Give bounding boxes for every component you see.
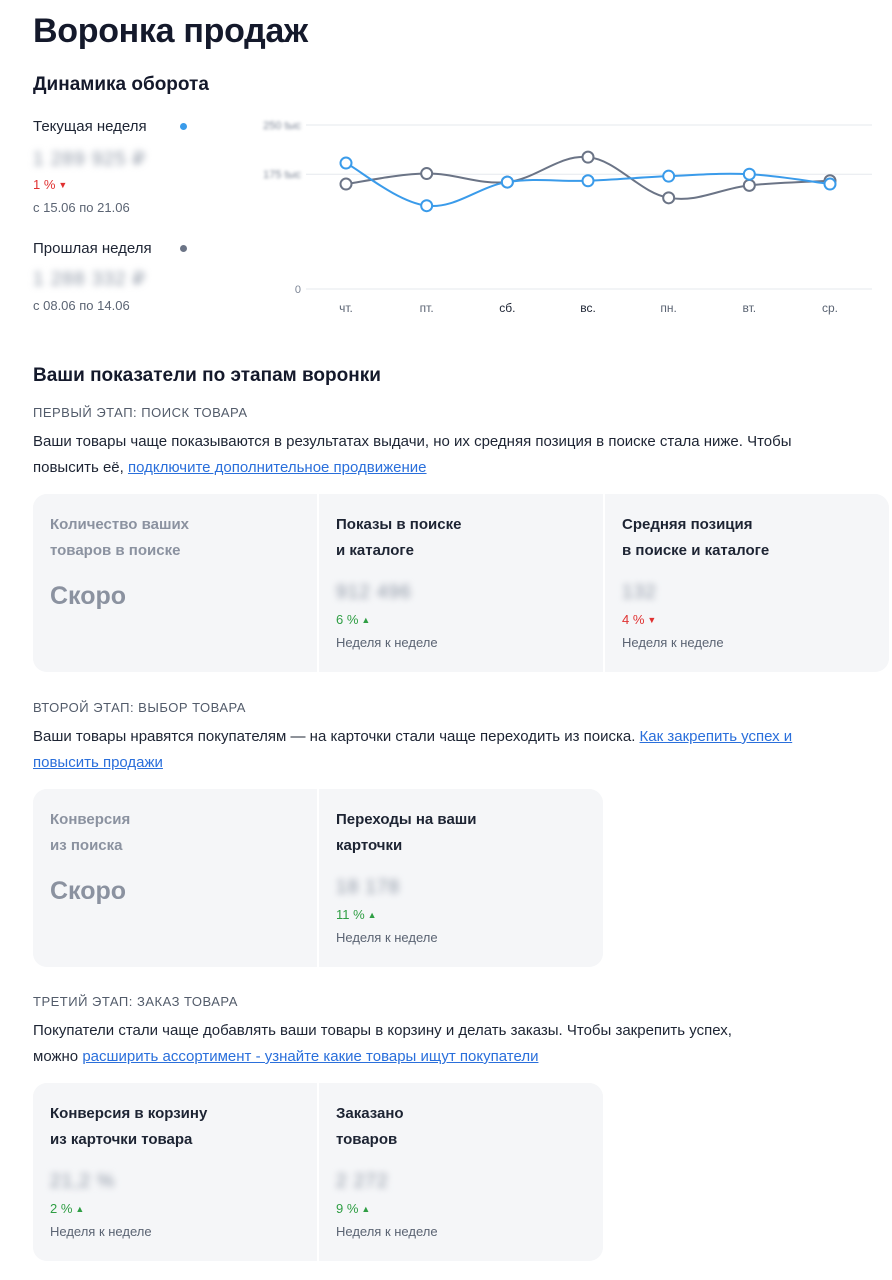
stage2-text-line2: повысить продажи [33, 750, 163, 776]
card-average-position: Средняя позиция в поиске и каталоге 132 … [603, 494, 889, 672]
card-title: Средняя позиция в поиске и каталоге [622, 512, 769, 564]
previous-week-point [581, 150, 595, 164]
previous-week-point [662, 191, 676, 205]
card-note: Неделя к неделе [622, 635, 724, 650]
coming-soon-label: Скоро [50, 582, 127, 610]
card-delta-value: 2 % [50, 1201, 73, 1216]
card-title-line: Средняя позиция [622, 516, 753, 533]
stage1-text-line1: Ваши товары чаще показываются в результа… [33, 433, 792, 450]
card-value: 18 178 [336, 877, 401, 898]
stage2-text-line1: Ваши товары нравятся покупателям — на ка… [33, 724, 892, 750]
card-title-line: из карточки товара [50, 1131, 193, 1148]
card-delta: 9 % ▲ [336, 1201, 370, 1216]
stage1-text-line2: повысить её, подключите дополнительное п… [33, 455, 427, 481]
x-tick-label: вт. [743, 301, 757, 315]
card-delta-value: 4 % [622, 612, 645, 627]
card-note: Неделя к неделе [336, 930, 438, 945]
card-title-line: Конверсия [50, 811, 131, 828]
card-card-visits: Переходы на ваши карточки 18 178 11 % ▲ Н… [317, 789, 603, 967]
card-title-line: товаров в поиске [50, 542, 181, 559]
stage1-cards: Количество ваших товаров в поиске Скоро … [33, 494, 889, 672]
previous-week-point [742, 178, 756, 192]
card-title-line: Конверсия в корзину [50, 1105, 208, 1122]
card-title: Конверсия в корзину из карточки товара [50, 1101, 207, 1153]
card-delta-value: 9 % [336, 1201, 359, 1216]
increase-sales-link[interactable]: повысить продажи [33, 754, 163, 771]
card-title: Показы в поиске и каталоге [336, 512, 461, 564]
x-tick-label: вс. [580, 301, 596, 315]
card-search-impressions: Показы в поиске и каталоге 912 496 6 % ▲ … [317, 494, 603, 672]
x-tick-label: чт. [339, 301, 353, 315]
current-week-point [500, 175, 514, 189]
y-tick-label: 250 tыс [263, 120, 301, 132]
card-title-line: Заказано [336, 1105, 404, 1122]
card-note: Неделя к неделе [50, 1224, 152, 1239]
card-title-line: карточки [336, 837, 403, 854]
current-week-point [339, 156, 353, 170]
stage3-text-line1: Покупатели стали чаще добавлять ваши тов… [33, 1022, 732, 1039]
arrow-down-icon: ▼ [647, 615, 657, 625]
arrow-up-icon: ▲ [367, 910, 377, 920]
card-note: Неделя к неделе [336, 1224, 438, 1239]
coming-soon-label: Скоро [50, 877, 127, 905]
current-week-point [420, 199, 434, 213]
funnel-title: Ваши показатели по этапам воронки [33, 365, 381, 386]
card-title: Конверсия из поиска [50, 807, 130, 859]
stage1-label: ПЕРВЫЙ ЭТАП: ПОИСК ТОВАРА [33, 405, 248, 420]
stage2-cards: Конверсия из поиска Скоро Переходы на ва… [33, 789, 603, 967]
card-value: 2 272 [336, 1171, 389, 1192]
card-title-line: Количество ваших [50, 516, 190, 533]
card-delta: 4 % ▼ [622, 612, 656, 627]
stage3-text-line2: можно расширить ассортимент - узнайте ка… [33, 1044, 538, 1070]
how-to-keep-success-link[interactable]: Как закрепить успех и [640, 728, 793, 745]
card-delta-value: 11 % [336, 907, 365, 922]
card-title-line: в поиске и каталоге [622, 542, 770, 559]
stage2-label: ВТОРОЙ ЭТАП: ВЫБОР ТОВАРА [33, 700, 246, 715]
card-value: 132 [622, 582, 657, 603]
stage2-text: Ваши товары нравятся покупателям — на ка… [33, 728, 640, 745]
x-tick-label: пн. [660, 301, 676, 315]
stage3-label: ТРЕТИЙ ЭТАП: ЗАКАЗ ТОВАРА [33, 994, 238, 1009]
expand-assortment-link[interactable]: расширить ассортимент - узнайте какие то… [82, 1048, 538, 1065]
card-cart-conversion: Конверсия в корзину из карточки товара 2… [33, 1083, 317, 1261]
card-title-line: из поиска [50, 837, 123, 854]
y-tick-label: 0 [295, 284, 301, 296]
card-ordered-items: Заказано товаров 2 272 9 % ▲ Неделя к нед… [317, 1083, 603, 1261]
card-delta: 2 % ▲ [50, 1201, 84, 1216]
turnover-line-chart: 250 tыс 175 tыс 0 чт. пт. сб. вс. пн. вт. ср. [263, 120, 872, 315]
stage1-text-prefix: повысить её, [33, 459, 128, 476]
card-products-in-search: Количество ваших товаров в поиске Скоро [33, 494, 317, 672]
card-delta: 11 % ▲ [336, 907, 377, 922]
card-search-conversion: Конверсия из поиска Скоро [33, 789, 317, 967]
arrow-up-icon: ▲ [361, 1204, 371, 1214]
card-title-line: Переходы на ваши [336, 811, 477, 828]
stage3-text-prefix: можно [33, 1048, 83, 1065]
current-week-point [662, 169, 676, 183]
current-week-point [823, 177, 837, 191]
card-title: Количество ваших товаров в поиске [50, 512, 189, 564]
arrow-up-icon: ▲ [75, 1204, 85, 1214]
current-week-point [581, 174, 595, 188]
previous-week-point [339, 177, 353, 191]
card-delta: 6 % ▲ [336, 612, 370, 627]
x-tick-label: сб. [499, 301, 515, 315]
stage3-cards: Конверсия в корзину из карточки товара 2… [33, 1083, 603, 1261]
x-tick-label: пт. [420, 301, 434, 315]
card-value: 912 496 [336, 582, 412, 603]
connect-promotion-link[interactable]: подключите дополнительное продвижение [128, 459, 427, 476]
card-title-line: и каталоге [336, 542, 415, 559]
y-tick-label: 175 tыс [263, 169, 301, 181]
card-title: Заказано товаров [336, 1101, 404, 1153]
current-week-point [742, 167, 756, 181]
card-delta-value: 6 % [336, 612, 359, 627]
card-title: Переходы на ваши карточки [336, 807, 477, 859]
previous-week-point [420, 167, 434, 181]
x-tick-label: ср. [822, 301, 838, 315]
card-note: Неделя к неделе [336, 635, 438, 650]
card-value: 21,2 % [50, 1171, 116, 1192]
card-title-line: Показы в поиске [336, 516, 462, 533]
arrow-up-icon: ▲ [361, 615, 371, 625]
card-title-line: товаров [336, 1131, 398, 1148]
